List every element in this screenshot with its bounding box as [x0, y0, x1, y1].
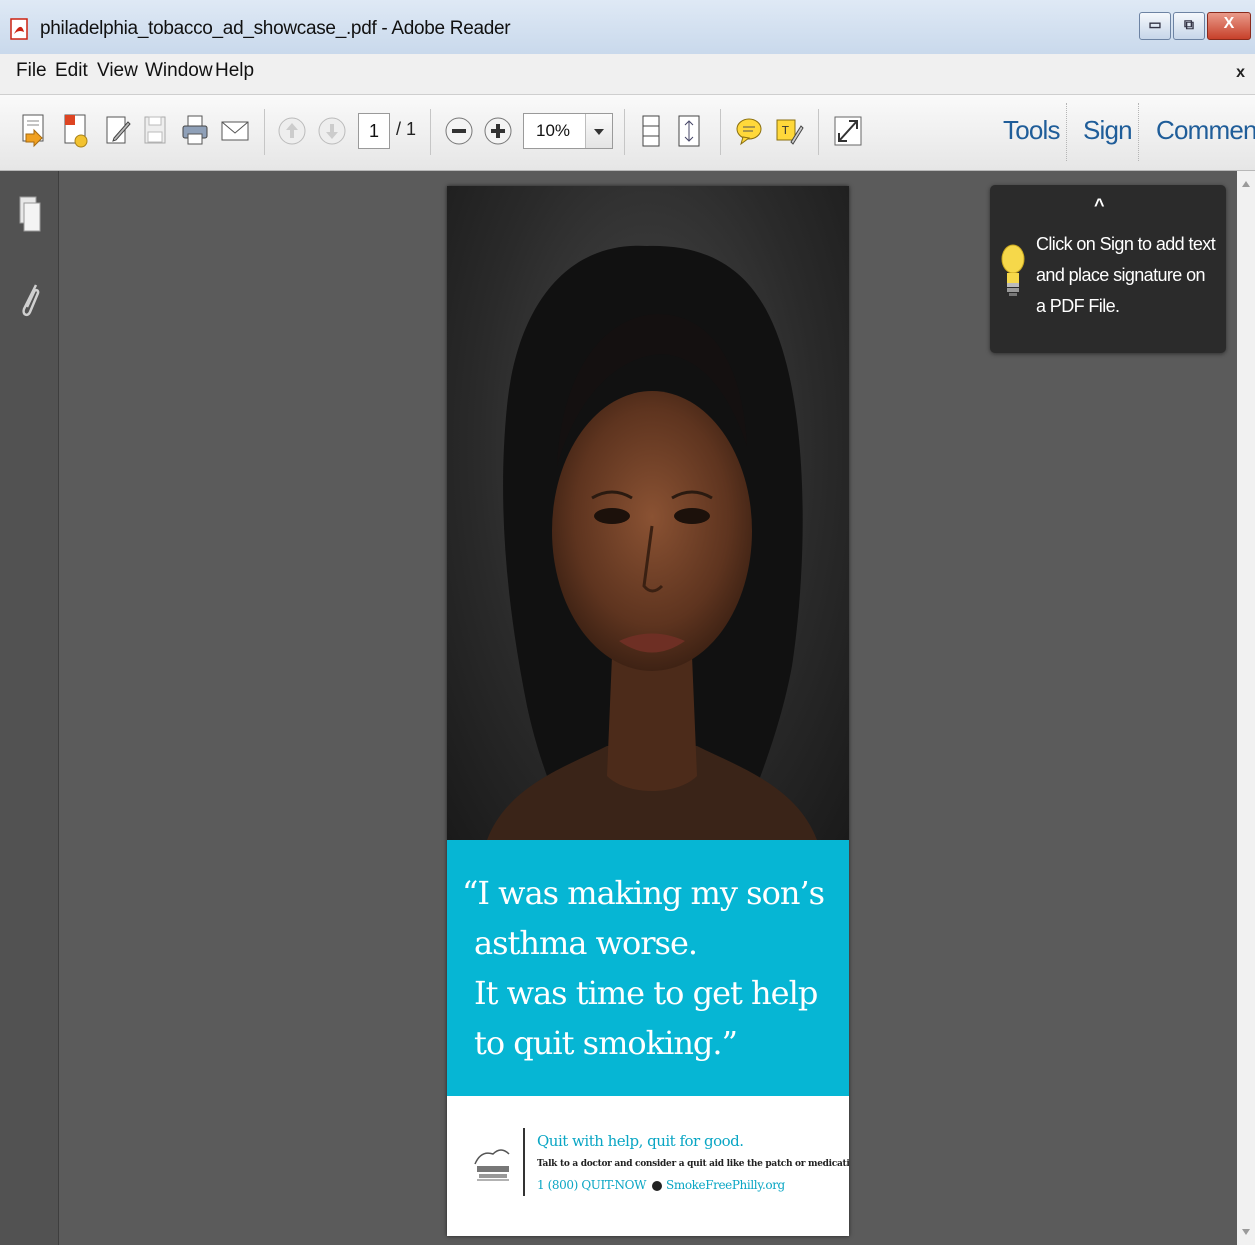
- globe-icon: [652, 1180, 663, 1191]
- fit-page-button[interactable]: [632, 110, 670, 152]
- ad-quote: “I was making my son’s asthma worse. It …: [462, 868, 842, 1068]
- toolbar-separator: [818, 109, 819, 155]
- menu-help[interactable]: Help: [215, 60, 254, 82]
- sign-link[interactable]: Sign: [1083, 115, 1133, 146]
- close-document-icon[interactable]: x: [1236, 64, 1245, 82]
- edit-icon: [106, 116, 131, 144]
- quote-line: to quit smoking.”: [474, 1024, 738, 1062]
- restore-icon: ⧉: [1184, 16, 1194, 32]
- fit-width-button[interactable]: [670, 110, 708, 152]
- open-button[interactable]: [56, 110, 94, 152]
- menu-edit[interactable]: Edit: [55, 60, 88, 82]
- close-icon: X: [1223, 15, 1235, 32]
- menu-bar: File Edit View Window Help x: [0, 54, 1255, 95]
- comment-link[interactable]: Comment: [1156, 115, 1255, 146]
- website: SmokeFreePhilly.org: [666, 1178, 785, 1192]
- zoom-value: 10%: [536, 121, 571, 140]
- attachments-icon[interactable]: [16, 279, 44, 323]
- menu-view[interactable]: View: [97, 60, 138, 82]
- minimize-button[interactable]: ▭: [1139, 12, 1171, 40]
- menu-window[interactable]: Window: [145, 60, 213, 82]
- minimize-icon: ▭: [1148, 16, 1162, 32]
- email-icon: [221, 121, 249, 141]
- toolbar-separator: [720, 109, 721, 155]
- toolbar-separator: [1066, 103, 1067, 161]
- quote-line: It was time to get help: [474, 974, 818, 1012]
- highlight-button[interactable]: T: [770, 110, 808, 152]
- print-icon: [182, 115, 208, 145]
- quote-panel: “I was making my son’s asthma worse. It …: [447, 840, 849, 1096]
- fit-page-icon: [642, 115, 660, 147]
- svg-text:T: T: [781, 124, 789, 137]
- open-icon: [64, 114, 88, 148]
- save-icon: [144, 116, 166, 144]
- contact-line: 1 (800) QUIT-NOW SmokeFreePhilly.org: [537, 1178, 785, 1192]
- full-screen-icon: [834, 116, 862, 146]
- next-page-button[interactable]: [313, 110, 351, 152]
- full-screen-button[interactable]: [829, 110, 867, 152]
- zoom-out-button[interactable]: [440, 110, 478, 152]
- highlight-icon: T: [776, 119, 804, 145]
- tooltip-message: Click on Sign to add text and place sign…: [1036, 234, 1216, 316]
- restore-button[interactable]: ⧉: [1173, 12, 1205, 40]
- sticky-note-button[interactable]: [730, 110, 768, 152]
- toolbar: 1 / 1 10% T Tools Sign Comment: [0, 95, 1255, 171]
- previous-page-button[interactable]: [273, 110, 311, 152]
- toolbar-separator: [264, 109, 265, 155]
- zoom-in-icon: [484, 117, 512, 145]
- create-pdf-icon: [22, 114, 44, 148]
- toolbar-separator: [624, 109, 625, 155]
- zoom-out-icon: [445, 117, 473, 145]
- quote-line: asthma worse.: [474, 924, 698, 962]
- adobe-pdf-icon: [10, 18, 28, 40]
- scroll-down-icon[interactable]: [1242, 1229, 1250, 1235]
- ad-footer: Quit with help, quit for good. Talk to a…: [447, 1096, 849, 1236]
- smoke-free-philly-logo: [474, 1149, 510, 1181]
- next-page-icon: [318, 117, 346, 145]
- vertical-scrollbar[interactable]: [1237, 171, 1255, 1245]
- toolbar-separator: [1138, 103, 1139, 161]
- navigation-panel: [0, 171, 59, 1245]
- zoom-in-button[interactable]: [479, 110, 517, 152]
- sticky-note-icon: [736, 118, 762, 146]
- create-pdf-button[interactable]: [14, 110, 52, 152]
- phone-number: 1 (800) QUIT-NOW: [537, 1178, 647, 1192]
- woman-portrait-image: [487, 245, 817, 840]
- previous-page-icon: [278, 117, 306, 145]
- window-controls: ▭ ⧉ X: [1139, 12, 1251, 40]
- pdf-page: “I was making my son’s asthma worse. It …: [447, 186, 849, 1236]
- page-number-input[interactable]: 1: [358, 113, 390, 149]
- toolbar-separator: [430, 109, 431, 155]
- window-title: philadelphia_tobacco_ad_showcase_.pdf - …: [40, 18, 511, 39]
- caret-up-icon: ^: [1094, 195, 1105, 215]
- tools-link[interactable]: Tools: [1003, 115, 1060, 146]
- save-button[interactable]: [136, 110, 174, 152]
- edit-button[interactable]: [98, 110, 136, 152]
- quote-line: “I was making my son’s: [462, 874, 825, 912]
- menu-file[interactable]: File: [16, 60, 47, 82]
- page-total: / 1: [396, 119, 417, 139]
- portrait-photo: [447, 186, 849, 840]
- chevron-down-icon[interactable]: [585, 114, 612, 148]
- email-button[interactable]: [216, 110, 254, 152]
- scroll-up-icon[interactable]: [1242, 181, 1250, 187]
- tagline: Quit with help, quit for good.: [537, 1132, 744, 1150]
- sign-tooltip: ^ Click on Sign to add text and place si…: [990, 185, 1226, 353]
- print-button[interactable]: [176, 110, 214, 152]
- fit-width-icon: [678, 115, 700, 147]
- lightbulb-icon: [1001, 244, 1025, 296]
- divider: [523, 1128, 533, 1196]
- close-button[interactable]: X: [1207, 12, 1251, 40]
- subline: Talk to a doctor and consider a quit aid…: [537, 1159, 849, 1169]
- zoom-select[interactable]: 10%: [523, 113, 613, 149]
- page-thumbnails-icon[interactable]: [16, 193, 44, 237]
- title-bar: philadelphia_tobacco_ad_showcase_.pdf - …: [0, 0, 1255, 54]
